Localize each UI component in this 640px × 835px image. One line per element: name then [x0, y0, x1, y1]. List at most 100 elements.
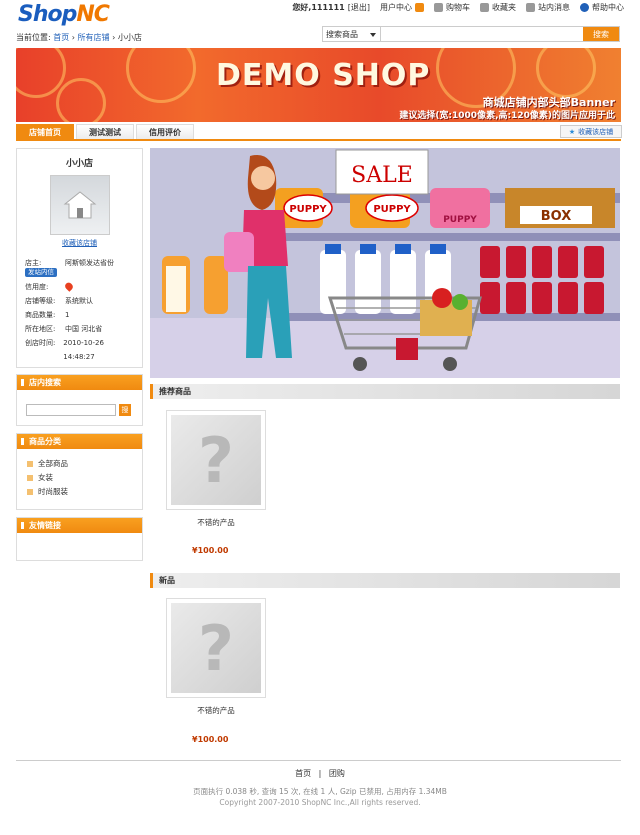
region-label: 所在地区:: [25, 325, 56, 333]
footer-group-buy-link[interactable]: 团购: [329, 769, 345, 778]
new-product-name[interactable]: 不错的产品: [166, 705, 266, 716]
footer-copyright: Copyright 2007-2010 ShopNC Inc.,All righ…: [219, 798, 421, 807]
category-label: 女装: [38, 473, 53, 482]
category-list: 全部商品 女装 时尚服装: [17, 449, 142, 499]
breadcrumb-separator: ›: [71, 33, 75, 42]
category-title: 商品分类: [17, 434, 142, 449]
shop-search-input[interactable]: [26, 404, 116, 416]
top-nav: 您好,111111 [退出] 用户中心 购物车 收藏夹 站内消息 帮助中心: [292, 2, 624, 13]
shop-banner: DEMO SHOP 商城店铺内部头部Banner 建议选择(宽:1000像素,高…: [16, 48, 621, 122]
grade-value: 系统默认: [65, 297, 93, 305]
favorites-link[interactable]: 收藏夹: [480, 2, 516, 13]
help-label: 帮助中心: [592, 3, 624, 12]
recommended-product-name[interactable]: 不错的产品: [166, 517, 266, 528]
favorite-shop-link[interactable]: 收藏该店铺: [17, 238, 142, 248]
banner-hint: 建议选择(宽:1000像素,高:120像素)的图片应用于此: [399, 111, 615, 121]
star-icon: ★: [568, 127, 576, 136]
product-placeholder: ?: [171, 415, 261, 505]
search-type-select[interactable]: 搜索商品: [323, 27, 381, 41]
sale-sign: SALE: [351, 163, 413, 188]
footer-home-link[interactable]: 首页: [295, 769, 311, 778]
logo-main-text: Shop: [18, 2, 77, 27]
question-mark-icon: ?: [198, 611, 234, 685]
friend-links-panel: 友情链接: [16, 517, 143, 561]
send-message-button[interactable]: 发站内信: [25, 268, 57, 277]
greeting: 您好,111111 [退出]: [292, 2, 370, 13]
logo-accent-text: NC: [76, 2, 110, 27]
banner-swirl: [126, 48, 196, 103]
created-value: 2010-10-26 14:48:27: [63, 339, 104, 361]
product-count-label: 商品数量:: [25, 311, 56, 319]
shopping-illustration: PUPPY PUPPY PUPPY BOX SALE: [150, 148, 620, 378]
messages-label: 站内消息: [538, 3, 570, 12]
grade-label: 店铺等级:: [25, 297, 56, 305]
cart-link[interactable]: 购物车: [434, 2, 470, 13]
favorites-label: 收藏夹: [492, 3, 516, 12]
category-bullet-icon: [27, 489, 33, 495]
new-product-price: ¥100.00: [192, 735, 229, 744]
footer-links: 首页 | 团购: [0, 768, 640, 779]
shop-search-row: 搜: [26, 404, 142, 416]
question-mark-icon: ?: [198, 423, 234, 497]
shopnc-logo[interactable]: ShopNC: [18, 2, 110, 27]
tab-credit-reviews[interactable]: 信用评价: [136, 124, 194, 139]
logout-link[interactable]: [退出]: [348, 2, 370, 13]
search-button[interactable]: 搜索: [583, 27, 619, 41]
help-icon: [580, 3, 589, 12]
favorite-shop-label: 收藏该店铺: [578, 127, 614, 136]
cart-icon: [434, 3, 443, 12]
footer-stats: 页面执行 0.038 秒, 查询 15 次, 在线 1 人, Gzip 已禁用,…: [193, 787, 447, 796]
shop-main-image: PUPPY PUPPY PUPPY BOX SALE: [150, 148, 620, 378]
messages-icon: [526, 3, 535, 12]
category-bullet-icon: [27, 475, 33, 481]
breadcrumb-current: 小小店: [117, 33, 142, 42]
house-icon: [63, 191, 96, 219]
owner-value: 阿斯顿发达省份: [65, 259, 114, 267]
cart-label: 购物车: [446, 3, 470, 12]
new-section-header: 新品: [150, 573, 620, 588]
shop-name: 小小店: [65, 159, 93, 169]
category-item-fashion[interactable]: 时尚服装: [27, 485, 142, 499]
region-value: 中国 河北省: [65, 325, 103, 333]
search-input[interactable]: [381, 27, 583, 41]
recommended-product-image[interactable]: ?: [166, 410, 266, 510]
box-label: BOX: [541, 209, 572, 224]
category-panel: 商品分类 全部商品 女装 时尚服装: [16, 433, 143, 510]
category-item-all[interactable]: 全部商品: [27, 457, 142, 471]
help-link[interactable]: 帮助中心: [580, 2, 624, 13]
user-center-link[interactable]: 用户中心: [380, 2, 424, 13]
footer-divider: [16, 760, 621, 761]
greeting-text: 您好,111111: [292, 3, 345, 12]
breadcrumb-prefix: 当前位置:: [16, 33, 51, 42]
shop-avatar: [49, 175, 110, 235]
shop-search-title: 店内搜索: [17, 375, 142, 390]
shop-info-panel: 小小店 收藏该店铺 店主: 阿斯顿发达省份 发站内信 信用度: 店铺等级: 系统默认…: [16, 148, 143, 368]
new-product-image[interactable]: ?: [166, 598, 266, 698]
puppy-label-2: PUPPY: [373, 204, 411, 215]
product-count-value: 1: [65, 311, 70, 319]
puppy-label-3: PUPPY: [443, 215, 477, 225]
user-center-icon: [415, 3, 424, 12]
shop-tabs: 店铺首页 测试测试 信用评价: [16, 124, 621, 141]
category-label: 时尚服装: [38, 487, 68, 496]
messages-link[interactable]: 站内消息: [526, 2, 570, 13]
credit-label: 信用度:: [25, 283, 49, 291]
favorites-icon: [480, 3, 489, 12]
breadcrumb-separator: ›: [112, 33, 116, 42]
banner-swirl: [56, 78, 106, 122]
shop-search-button[interactable]: 搜: [119, 404, 131, 416]
category-label: 全部商品: [38, 459, 68, 468]
user-center-label: 用户中心: [380, 3, 412, 12]
breadcrumb-all-shops[interactable]: 所有店铺: [78, 33, 110, 42]
breadcrumb: 当前位置: 首页 › 所有店铺 › 小小店: [16, 32, 142, 43]
heart-icon: [63, 281, 75, 292]
recommended-product-price: ¥100.00: [192, 546, 229, 555]
search-bar: 搜索商品 搜索: [322, 26, 620, 42]
tab-test[interactable]: 测试测试: [76, 124, 134, 139]
favorite-shop-button[interactable]: ★ 收藏该店铺: [560, 125, 622, 138]
tab-shop-home[interactable]: 店铺首页: [16, 124, 74, 139]
footer-separator: |: [318, 769, 322, 778]
category-item-womens[interactable]: 女装: [27, 471, 142, 485]
breadcrumb-home[interactable]: 首页: [53, 33, 69, 42]
product-placeholder: ?: [171, 603, 261, 693]
